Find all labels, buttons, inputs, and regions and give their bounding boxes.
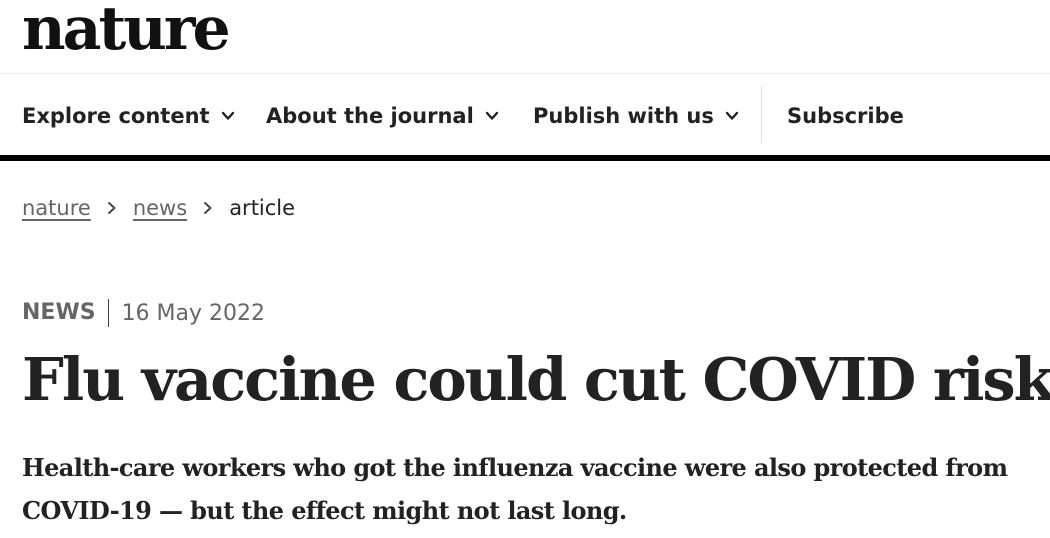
- article-meta: NEWS 16 May 2022: [22, 298, 265, 328]
- nav-about-journal[interactable]: About the journal: [266, 101, 500, 131]
- nav-explore-content[interactable]: Explore content: [22, 101, 236, 131]
- site-header: nature: [0, 0, 1050, 74]
- chevron-down-icon: [485, 111, 499, 120]
- breadcrumb-current: article: [229, 196, 296, 220]
- nav-publish-with-us[interactable]: Publish with us: [533, 101, 740, 131]
- breadcrumb-news[interactable]: news: [133, 196, 187, 220]
- chevron-down-icon: [725, 111, 739, 120]
- breadcrumb: nature news article: [22, 193, 295, 223]
- article-type: NEWS: [22, 299, 109, 327]
- article-standfirst: Health-care workers who got the influenz…: [22, 453, 1008, 525]
- article-date: 16 May 2022: [121, 300, 266, 326]
- nav-explore-content-label: Explore content: [22, 104, 210, 128]
- breadcrumb-nature[interactable]: nature: [22, 196, 91, 220]
- nav-about-journal-label: About the journal: [266, 104, 474, 128]
- article-title: Flu vaccine could cut COVID risk: [22, 345, 1050, 414]
- nature-logo[interactable]: nature: [22, 0, 231, 64]
- nav-publish-with-us-label: Publish with us: [533, 104, 714, 128]
- nav-divider: [761, 86, 762, 143]
- chevron-right-icon: [204, 202, 212, 214]
- nav-bottom-rule: [0, 155, 1050, 161]
- main-nav: Explore content About the journal Publis…: [0, 74, 1050, 156]
- subscribe-label: Subscribe: [787, 104, 904, 128]
- chevron-down-icon: [221, 111, 234, 120]
- chevron-right-icon: [107, 202, 116, 214]
- subscribe-link[interactable]: Subscribe: [787, 101, 904, 131]
